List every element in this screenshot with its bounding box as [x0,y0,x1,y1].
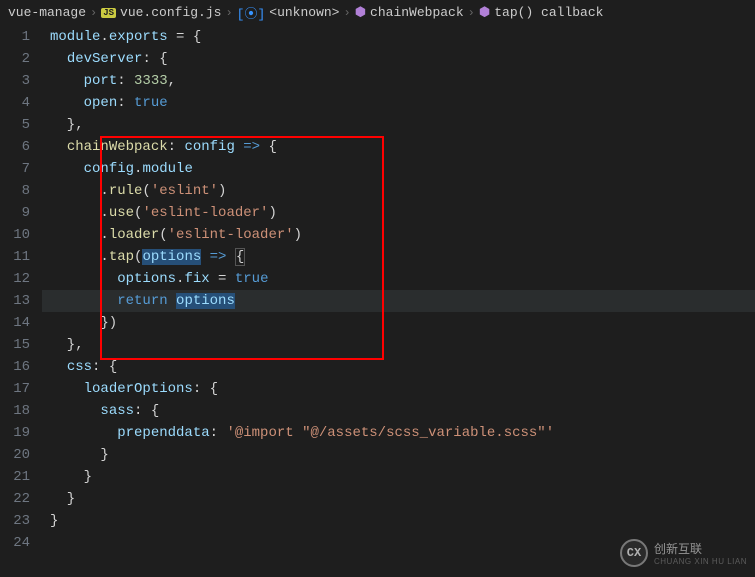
line-number: 14 [0,312,30,334]
bracket-icon: [⦿] [237,3,266,22]
line-number: 24 [0,532,30,554]
watermark-logo-icon: CX [620,539,648,567]
breadcrumb-item[interactable]: ⬢ tap() callback [479,5,604,20]
line-number: 5 [0,114,30,136]
code-line[interactable]: .tap(options => { [42,246,755,268]
code-line[interactable]: sass: { [42,400,755,422]
code-line[interactable]: module.exports = { [42,26,755,48]
line-number: 2 [0,48,30,70]
chevron-right-icon: › [90,6,97,20]
line-number: 20 [0,444,30,466]
breadcrumb: vue-manage › JS vue.config.js › [⦿] <unk… [0,0,755,26]
line-number: 23 [0,510,30,532]
breadcrumb-label: vue-manage [8,5,86,20]
line-number: 22 [0,488,30,510]
watermark: CX 创新互联 CHUANG XIN HU LIAN [620,539,747,567]
code-line[interactable]: chainWebpack: config => { [42,136,755,158]
cube-icon: ⬢ [355,5,366,20]
code-line[interactable]: prependdata: '@import "@/assets/scss_var… [42,422,755,444]
line-number: 7 [0,158,30,180]
code-line[interactable]: config.module [42,158,755,180]
code-line[interactable]: return options [42,290,755,312]
code-line[interactable]: }) [42,312,755,334]
code-line[interactable]: } [42,510,755,532]
chevron-right-icon: › [468,6,475,20]
js-icon: JS [101,8,116,18]
line-number: 21 [0,466,30,488]
line-number: 8 [0,180,30,202]
code-line[interactable]: .use('eslint-loader') [42,202,755,224]
code-area[interactable]: module.exports = { devServer: { port: 33… [42,26,755,577]
line-number: 15 [0,334,30,356]
code-line[interactable]: .rule('eslint') [42,180,755,202]
line-number: 11 [0,246,30,268]
line-number: 16 [0,356,30,378]
code-line[interactable]: devServer: { [42,48,755,70]
breadcrumb-item[interactable]: JS vue.config.js [101,5,221,20]
breadcrumb-item[interactable]: ⬢ chainWebpack [355,5,464,20]
line-number: 12 [0,268,30,290]
line-number: 10 [0,224,30,246]
code-editor[interactable]: 123456789101112131415161718192021222324 … [0,26,755,577]
chevron-right-icon: › [343,6,350,20]
breadcrumb-item[interactable]: [⦿] <unknown> [237,3,340,22]
line-number: 18 [0,400,30,422]
line-number: 1 [0,26,30,48]
code-line[interactable]: } [42,466,755,488]
breadcrumb-label: chainWebpack [370,5,464,20]
line-number: 6 [0,136,30,158]
code-line[interactable]: options.fix = true [42,268,755,290]
code-line[interactable]: port: 3333, [42,70,755,92]
code-line[interactable]: open: true [42,92,755,114]
chevron-right-icon: › [225,6,232,20]
code-line[interactable]: css: { [42,356,755,378]
line-number: 17 [0,378,30,400]
watermark-text: 创新互联 CHUANG XIN HU LIAN [654,540,747,566]
code-line[interactable]: } [42,488,755,510]
code-line[interactable]: } [42,444,755,466]
code-line[interactable]: }, [42,114,755,136]
breadcrumb-label: <unknown> [269,5,339,20]
line-gutter: 123456789101112131415161718192021222324 [0,26,42,577]
breadcrumb-label: tap() callback [494,5,603,20]
line-number: 19 [0,422,30,444]
code-line[interactable]: .loader('eslint-loader') [42,224,755,246]
cube-icon: ⬢ [479,5,490,20]
code-line[interactable]: loaderOptions: { [42,378,755,400]
breadcrumb-item[interactable]: vue-manage [8,5,86,20]
line-number: 4 [0,92,30,114]
breadcrumb-label: vue.config.js [120,5,221,20]
code-line[interactable]: }, [42,334,755,356]
line-number: 13 [0,290,30,312]
line-number: 3 [0,70,30,92]
line-number: 9 [0,202,30,224]
